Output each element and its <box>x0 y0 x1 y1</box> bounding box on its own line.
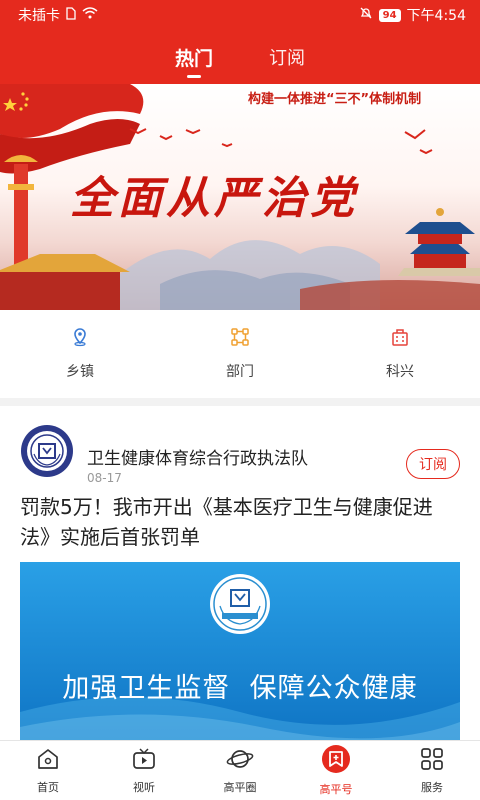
bottom-nav-label: 首页 <box>37 781 59 794</box>
hero-banner[interactable]: 构建一体推进“三不”体制机制 全面从严治党 <box>0 84 480 310</box>
clock-text: 下午4:54 <box>406 8 466 24</box>
banner-slogan: 构建一体推进“三不”体制机制 <box>248 92 422 107</box>
quick-nav-item-kexing[interactable]: 科兴 <box>320 310 480 398</box>
bottom-nav-label: 高平圈 <box>223 781 257 794</box>
wifi-icon <box>82 7 98 23</box>
quick-nav-label: 乡镇 <box>66 364 94 380</box>
app-header: 未插卡 94 下午4:54 热门 订阅 <box>0 0 480 84</box>
bottom-nav-home[interactable]: 首页 <box>0 741 96 800</box>
building-icon <box>390 327 410 351</box>
carrier-text: 未插卡 <box>18 8 60 24</box>
bottom-nav-video[interactable]: 视听 <box>96 741 192 800</box>
article-cover-image[interactable]: 加强卫生监督 保障公众健康 <box>20 562 460 740</box>
tab-hot[interactable]: 热门 <box>175 30 213 84</box>
battery-indicator: 94 <box>378 8 401 22</box>
bottom-nav-label: 服务 <box>421 781 443 794</box>
bottom-nav-services[interactable]: 服务 <box>384 741 480 800</box>
article-title[interactable]: 罚款5万！我市开出《基本医疗卫生与健康促进法》实施后首张罚单 <box>20 492 460 552</box>
bottom-nav-circle[interactable]: 高平圈 <box>192 741 288 800</box>
org-chart-icon <box>230 327 250 351</box>
article-card[interactable]: 卫生健康体育综合行政执法队 08-17 订阅 罚款5万！我市开出《基本医疗卫生与… <box>0 406 480 740</box>
status-bar: 未插卡 94 下午4:54 <box>0 0 480 30</box>
bottom-nav-label: 高平号 <box>319 783 353 796</box>
cover-background <box>20 562 460 740</box>
quick-nav: 乡镇 部门 科兴 <box>0 310 480 398</box>
article-source-row: 卫生健康体育综合行政执法队 08-17 订阅 <box>20 424 460 485</box>
bottom-nav-gaoping-hao[interactable]: 高平号 <box>288 741 384 800</box>
quick-nav-label: 科兴 <box>386 364 414 380</box>
bottom-nav: 首页 视听 高平圈 高平号 服务 <box>0 740 480 800</box>
planet-icon <box>226 746 254 776</box>
quick-nav-label: 部门 <box>226 364 254 380</box>
home-icon <box>35 746 61 776</box>
health-supervision-emblem <box>210 574 270 634</box>
source-avatar[interactable] <box>20 424 74 478</box>
subscribe-button[interactable]: 订阅 <box>406 449 460 479</box>
top-tabs: 热门 订阅 <box>0 30 480 84</box>
tab-subscribe[interactable]: 订阅 <box>269 30 305 84</box>
location-pin-icon <box>70 327 90 351</box>
grid-icon <box>419 746 445 776</box>
bookmark-badge-icon <box>321 744 351 778</box>
tv-icon <box>131 746 157 776</box>
source-name[interactable]: 卫生健康体育综合行政执法队 <box>87 444 308 469</box>
mute-bell-icon <box>359 6 373 24</box>
bottom-nav-label: 视听 <box>133 781 155 794</box>
sim-icon <box>66 6 76 24</box>
article-date: 08-17 <box>87 471 122 485</box>
cover-slogan: 加强卫生监督 保障公众健康 <box>62 673 418 704</box>
quick-nav-item-department[interactable]: 部门 <box>160 310 320 398</box>
quick-nav-item-township[interactable]: 乡镇 <box>0 310 160 398</box>
banner-headline: 全面从严治党 <box>70 173 358 224</box>
